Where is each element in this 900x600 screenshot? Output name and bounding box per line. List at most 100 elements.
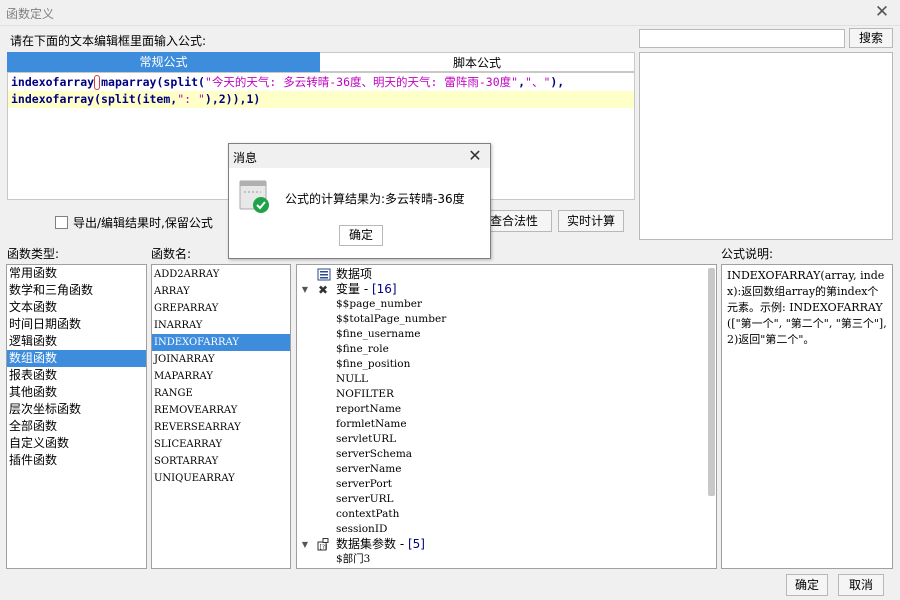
cancel-button[interactable]: 取消 bbox=[838, 574, 884, 596]
function-type-item[interactable]: 数学和三角函数 bbox=[7, 282, 146, 299]
function-names-list[interactable]: ADD2ARRAY ARRAY GREPARRAY INARRAY INDEXOFARR… bbox=[151, 264, 291, 569]
function-type-item[interactable]: 文本函数 bbox=[7, 299, 146, 316]
function-name-item[interactable]: RANGE bbox=[152, 385, 290, 402]
message-dialog: 消息 ✕ 公式的计算结果为:多云转晴-36度 确定 bbox=[228, 143, 491, 259]
tree-label: $fine_username bbox=[336, 328, 421, 340]
tree-variable-item[interactable]: servletURL bbox=[297, 432, 716, 447]
tab-regular-formula[interactable]: 常规公式 bbox=[7, 52, 320, 72]
function-name-item[interactable]: ADD2ARRAY bbox=[152, 266, 290, 283]
tree-node-variables[interactable]: ▼ ✖ 变量 - [16] bbox=[297, 282, 716, 297]
tree-label: 变量 - [16] bbox=[336, 282, 397, 297]
tree-variable-item[interactable]: serverSchema bbox=[297, 447, 716, 462]
tree-variable-item[interactable]: serverName bbox=[297, 462, 716, 477]
function-type-item[interactable]: 报表函数 bbox=[7, 367, 146, 384]
function-name-item[interactable]: REVERSEARRAY bbox=[152, 419, 290, 436]
tree-label: $部门3 bbox=[336, 553, 371, 565]
code-string: ": " bbox=[177, 92, 205, 106]
tree-label: contextPath bbox=[336, 508, 400, 520]
tree-label: $$page_number bbox=[336, 298, 422, 310]
tree-label: sessionID bbox=[336, 523, 388, 535]
function-type-item[interactable]: 自定义函数 bbox=[7, 435, 146, 452]
search-input[interactable] bbox=[639, 29, 845, 48]
svg-text:[?]: [?] bbox=[320, 544, 328, 551]
formula-tabs: 常规公式 脚本公式 bbox=[7, 52, 635, 72]
function-type-item[interactable]: 逻辑函数 bbox=[7, 333, 146, 350]
tree-label: serverName bbox=[336, 463, 402, 475]
function-name-item[interactable]: INARRAY bbox=[152, 317, 290, 334]
function-name-item[interactable]: GREPARRAY bbox=[152, 300, 290, 317]
tree-label: 数据集参数 - [5] bbox=[336, 537, 425, 552]
code-token: ),2)),1) bbox=[204, 92, 261, 106]
code-token: split bbox=[163, 75, 199, 89]
tree-node-data-items[interactable]: 数据项 bbox=[297, 267, 716, 282]
function-name-item[interactable]: UNIQUEARRAY bbox=[152, 470, 290, 487]
message-close-icon[interactable]: ✕ bbox=[466, 146, 484, 165]
window-close-icon[interactable]: ✕ bbox=[872, 2, 892, 22]
search-results-list[interactable] bbox=[639, 52, 893, 240]
tree-variable-item[interactable]: NOFILTER bbox=[297, 387, 716, 402]
tree-node-dataset-params[interactable]: ▼ [?] 数据集参数 - [5] bbox=[297, 537, 716, 552]
function-type-item[interactable]: 全部函数 bbox=[7, 418, 146, 435]
keep-formula-checkbox[interactable] bbox=[55, 215, 68, 229]
message-titlebar: 消息 ✕ bbox=[229, 144, 490, 168]
function-name-item[interactable]: JOINARRAY bbox=[152, 351, 290, 368]
realtime-calc-button[interactable]: 实时计算 bbox=[558, 210, 624, 232]
function-type-item[interactable]: 常用函数 bbox=[7, 265, 146, 282]
message-body: 公式的计算结果为:多云转晴-36度 确定 bbox=[229, 168, 490, 258]
tree-variable-item[interactable]: serverURL bbox=[297, 492, 716, 507]
tree-dataset-item[interactable]: $部门3 bbox=[297, 552, 716, 567]
function-types-list[interactable]: 常用函数 数学和三角函数 文本函数 时间日期函数 逻辑函数 数组函数 报表函数 其他函数 层次坐… bbox=[6, 264, 147, 569]
keep-formula-option[interactable]: 导出/编辑结果时,保留公式 bbox=[55, 214, 213, 230]
tree-variable-item[interactable]: contextPath bbox=[297, 507, 716, 522]
description-label: 公式说明: bbox=[721, 247, 774, 261]
function-name-item[interactable]: MAPARRAY bbox=[152, 368, 290, 385]
window-title: 函数定义 bbox=[6, 7, 55, 21]
code-token: ), bbox=[550, 75, 565, 89]
tree-variable-item[interactable]: $$page_number bbox=[297, 297, 716, 312]
expand-arrow-icon[interactable]: ▼ bbox=[300, 282, 310, 297]
tree-variable-item[interactable]: $$totalPage_number bbox=[297, 312, 716, 327]
ok-button[interactable]: 确定 bbox=[786, 574, 828, 596]
tree-variable-item[interactable]: sessionID bbox=[297, 522, 716, 537]
function-name-item[interactable]: SORTARRAY bbox=[152, 453, 290, 470]
function-name-item[interactable]: INDEXOFARRAY bbox=[152, 334, 290, 351]
function-type-item[interactable]: 插件函数 bbox=[7, 452, 146, 469]
search-button[interactable]: 搜索 bbox=[849, 28, 893, 48]
function-type-item[interactable]: 数组函数 bbox=[7, 350, 146, 367]
tree-scrollbar[interactable] bbox=[708, 268, 715, 496]
code-string: "、" bbox=[525, 75, 551, 89]
keep-formula-label: 导出/编辑结果时,保留公式 bbox=[73, 215, 213, 230]
tree-variable-item[interactable]: $fine_position bbox=[297, 357, 716, 372]
tree-variable-item[interactable]: reportName bbox=[297, 402, 716, 417]
success-icon bbox=[239, 178, 271, 214]
message-ok-button[interactable]: 确定 bbox=[339, 225, 383, 246]
function-names-label: 函数名: bbox=[151, 247, 192, 261]
function-name-item[interactable]: REMOVEARRAY bbox=[152, 402, 290, 419]
variable-icon: ✖ bbox=[317, 283, 331, 297]
tree-label: serverURL bbox=[336, 493, 394, 505]
code-line-1: indexofarray maparray(split("今天的天气: 多云转晴-… bbox=[8, 74, 634, 91]
code-string: "今天的天气: 多云转晴-36度、明天的天气: 雷阵雨-30度" bbox=[204, 75, 519, 89]
editor-prompt: 请在下面的文本编辑框里面输入公式: bbox=[10, 34, 207, 48]
function-type-item[interactable]: 层次坐标函数 bbox=[7, 401, 146, 418]
expand-arrow-icon[interactable]: ▼ bbox=[300, 537, 310, 552]
function-type-item[interactable]: 时间日期函数 bbox=[7, 316, 146, 333]
tree-label: servletURL bbox=[336, 433, 397, 445]
tree-variable-item[interactable]: serverPort bbox=[297, 477, 716, 492]
code-token: indexofarray bbox=[11, 92, 95, 106]
tree-label: serverPort bbox=[336, 478, 392, 490]
function-type-item[interactable]: 其他函数 bbox=[7, 384, 146, 401]
code-token: split bbox=[101, 92, 136, 106]
function-name-item[interactable]: SLICEARRAY bbox=[152, 436, 290, 453]
tree-variable-item[interactable]: formletName bbox=[297, 417, 716, 432]
tree-variable-item[interactable]: $fine_username bbox=[297, 327, 716, 342]
parameter-tree[interactable]: 数据项 ▼ ✖ 变量 - [16] $$page_number $$totalPa… bbox=[296, 264, 717, 569]
formula-description: INDEXOFARRAY(array, index):返回数组array的第in… bbox=[721, 264, 893, 569]
tree-label: NULL bbox=[336, 373, 368, 385]
tree-variable-item[interactable]: $fine_role bbox=[297, 342, 716, 357]
function-name-item[interactable]: ARRAY bbox=[152, 283, 290, 300]
tab-script-formula[interactable]: 脚本公式 bbox=[320, 52, 635, 72]
tree-variable-item[interactable]: NULL bbox=[297, 372, 716, 387]
tree-label: 数据项 bbox=[336, 267, 373, 281]
tree-label: reportName bbox=[336, 403, 402, 415]
